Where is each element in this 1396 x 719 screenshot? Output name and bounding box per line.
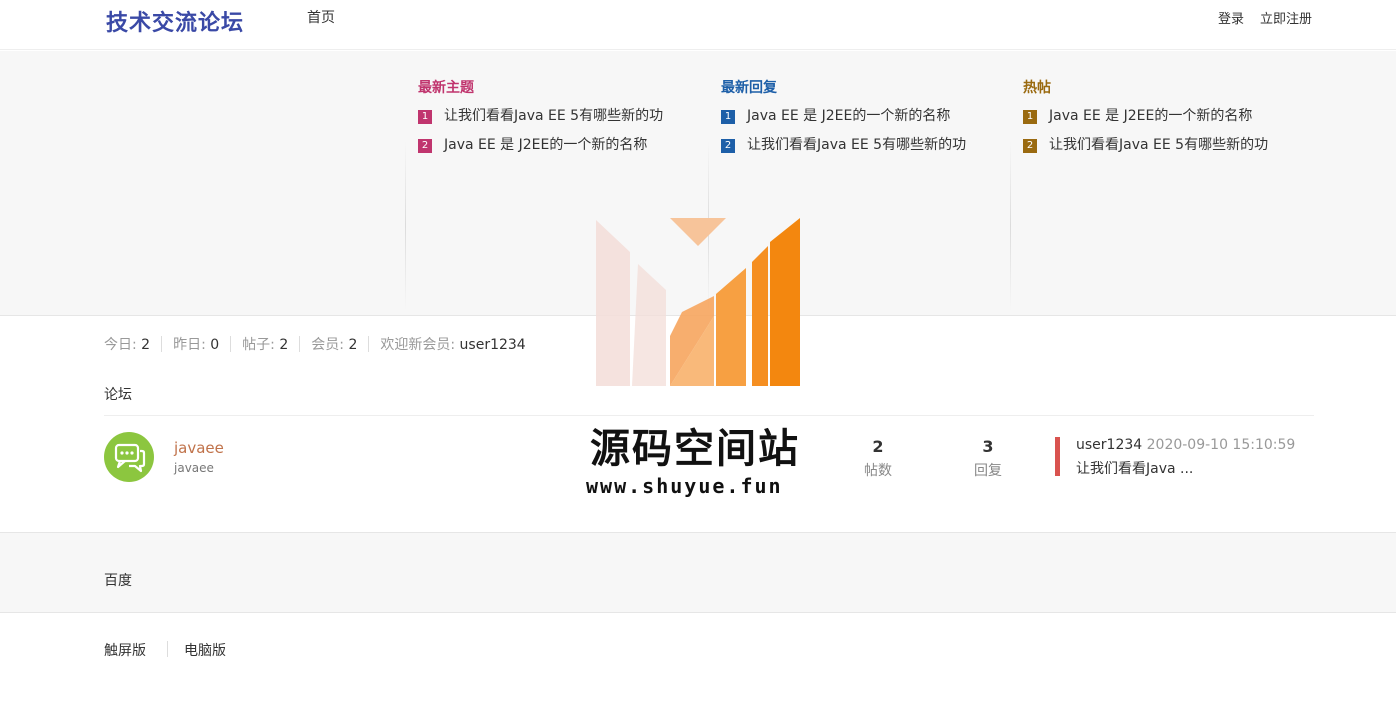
list-item[interactable]: 1 Java EE 是 J2EE的一个新的名称 <box>1023 105 1252 125</box>
reply-count: 3 <box>982 437 994 456</box>
footer-divider <box>167 641 168 657</box>
header: 技术交流论坛 首页 登录 立即注册 <box>0 0 1396 50</box>
column-divider <box>1010 141 1011 311</box>
last-post-meta: user1234 2020-09-10 15:10:59 <box>1076 437 1295 453</box>
newest-member-link[interactable]: user1234 <box>460 337 526 353</box>
forum-stats: 今日: 2 昨日: 0 帖子: 2 会员: 2 欢迎新会员: user1234 <box>104 334 526 354</box>
rank-badge: 1 <box>418 110 432 124</box>
members-count: 2 <box>348 337 358 353</box>
rank-badge: 1 <box>721 110 735 124</box>
last-post-marker <box>1055 437 1060 476</box>
welcome-label: 欢迎新会员: <box>380 337 456 353</box>
new-topics-title: 最新主题 <box>418 80 474 96</box>
forum-name-link[interactable]: javaee <box>174 439 224 457</box>
list-item-text[interactable]: Java EE 是 J2EE的一个新的名称 <box>1049 108 1252 124</box>
desktop-version-link[interactable]: 电脑版 <box>184 640 226 660</box>
posts-label: 帖子: <box>242 337 275 353</box>
rank-badge: 2 <box>418 139 432 153</box>
list-item-text[interactable]: Java EE 是 J2EE的一个新的名称 <box>747 108 950 124</box>
touch-version-link[interactable]: 触屏版 <box>104 640 146 660</box>
rank-badge: 2 <box>1023 139 1037 153</box>
today-count: 2 <box>141 337 151 353</box>
watermark-url: www.shuyue.fun <box>586 474 783 498</box>
list-item[interactable]: 2 Java EE 是 J2EE的一个新的名称 <box>418 134 647 154</box>
last-post-user-link[interactable]: user1234 <box>1076 437 1142 453</box>
list-item[interactable]: 2 让我们看看Java EE 5有哪些新的功 <box>721 134 966 154</box>
list-item[interactable]: 1 让我们看看Java EE 5有哪些新的功 <box>418 105 663 125</box>
reply-count-label: 回复 <box>974 463 1002 479</box>
last-post-time: 2020-09-10 15:10:59 <box>1146 437 1296 453</box>
column-divider <box>405 141 406 311</box>
list-item-text[interactable]: 让我们看看Java EE 5有哪些新的功 <box>444 108 663 124</box>
friend-link-baidu[interactable]: 百度 <box>104 570 132 590</box>
forum-section-title: 论坛 <box>104 387 132 403</box>
last-post-title-link[interactable]: 让我们看看Java ... <box>1076 458 1193 478</box>
members-label: 会员: <box>311 337 344 353</box>
today-label: 今日: <box>104 337 137 353</box>
friend-links-panel: 百度 <box>0 532 1396 613</box>
list-item-text[interactable]: 让我们看看Java EE 5有哪些新的功 <box>747 137 966 153</box>
nav-home-link[interactable]: 首页 <box>307 7 335 27</box>
forum-avatar[interactable] <box>104 432 154 482</box>
forum-description: javaee <box>174 461 214 475</box>
register-link[interactable]: 立即注册 <box>1260 8 1312 27</box>
list-item[interactable]: 1 Java EE 是 J2EE的一个新的名称 <box>721 105 950 125</box>
hot-posts-title: 热帖 <box>1023 80 1051 96</box>
rank-badge: 1 <box>1023 110 1037 124</box>
yesterday-label: 昨日: <box>173 337 206 353</box>
list-item-text[interactable]: 让我们看看Java EE 5有哪些新的功 <box>1049 137 1268 153</box>
new-replies-title: 最新回复 <box>721 80 777 96</box>
rank-badge: 2 <box>721 139 735 153</box>
watermark-text: 源码空间站 <box>590 425 800 472</box>
chat-bubbles-icon <box>114 443 146 473</box>
watermark-logo <box>596 218 800 386</box>
yesterday-count: 0 <box>210 337 220 353</box>
site-logo[interactable]: 技术交流论坛 <box>106 5 244 37</box>
list-item[interactable]: 2 让我们看看Java EE 5有哪些新的功 <box>1023 134 1268 154</box>
list-item-text[interactable]: Java EE 是 J2EE的一个新的名称 <box>444 137 647 153</box>
thread-count: 2 <box>872 437 884 456</box>
posts-count: 2 <box>279 337 289 353</box>
login-link[interactable]: 登录 <box>1218 8 1244 27</box>
thread-count-label: 帖数 <box>864 463 892 479</box>
